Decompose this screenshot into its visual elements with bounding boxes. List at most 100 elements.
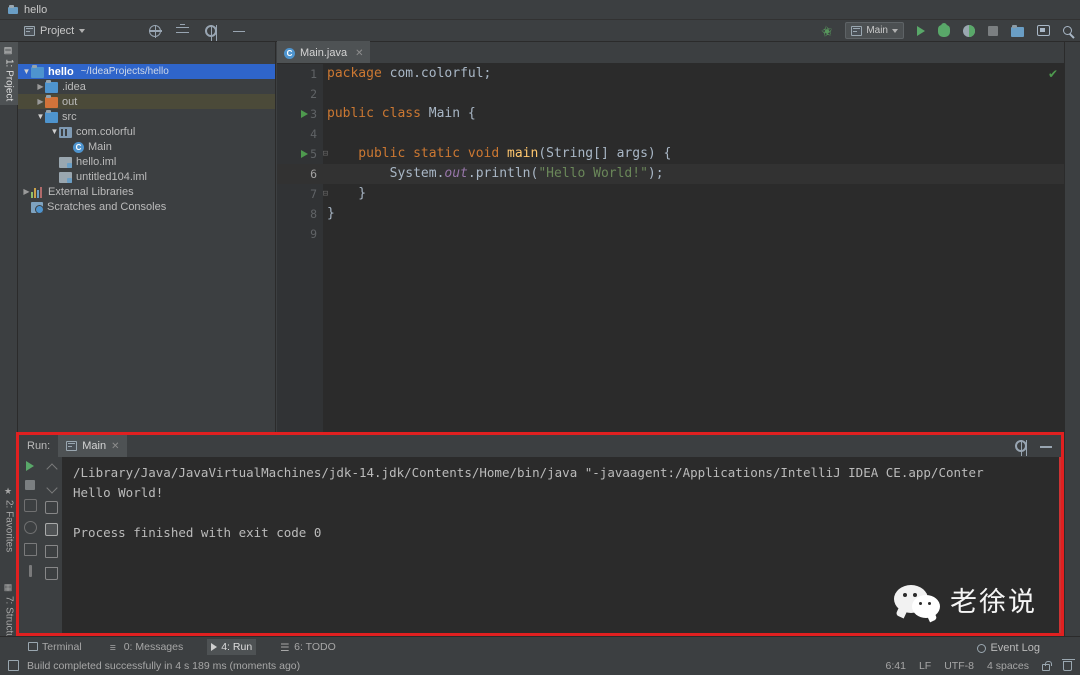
- file-encoding[interactable]: UTF-8: [944, 660, 974, 672]
- run-config-icon: [66, 441, 78, 451]
- status-memory-icon[interactable]: [8, 660, 19, 671]
- close-icon[interactable]: ✕: [111, 441, 119, 452]
- bottom-tab-label: 0: Messages: [123, 640, 184, 653]
- run-tab-label: Main: [82, 440, 107, 452]
- line-separator[interactable]: LF: [919, 660, 931, 672]
- tree-expand-arrow-icon[interactable]: ▶: [22, 187, 31, 196]
- inspection-status-widget[interactable]: ✔: [1048, 68, 1061, 81]
- code-line[interactable]: }: [323, 184, 1064, 204]
- code-lines[interactable]: package com.colorful; public class Main …: [323, 64, 1064, 447]
- settings-gear-icon[interactable]: [205, 24, 218, 41]
- debug-icon[interactable]: [938, 22, 950, 37]
- tree-expand-arrow-icon[interactable]: ▼: [36, 112, 45, 121]
- tree-expand-arrow-icon[interactable]: ▼: [50, 127, 59, 136]
- project-structure-icon[interactable]: [1011, 24, 1024, 37]
- project-view-selector[interactable]: Project: [18, 23, 91, 39]
- console-output[interactable]: /Library/Java/JavaVirtualMachines/jdk-14…: [63, 457, 1061, 633]
- tree-item-external-libraries[interactable]: ▶ External Libraries: [18, 184, 275, 199]
- bottom-tab-6-todo[interactable]: ☰ 6: TODO: [276, 639, 340, 655]
- tree-item-out[interactable]: ▶ out: [18, 94, 275, 109]
- code-line[interactable]: [323, 124, 1064, 144]
- run-tool-window: Run: Main ✕ /Library/Java/JavaVirtualMac…: [16, 432, 1064, 636]
- code-line[interactable]: package com.colorful;: [323, 64, 1064, 84]
- run-tab-main[interactable]: Main ✕: [58, 435, 128, 457]
- scroll-to-end-icon[interactable]: [45, 523, 58, 536]
- settings-gear-icon[interactable]: [1015, 440, 1027, 456]
- code-line[interactable]: }: [323, 204, 1064, 224]
- stop-icon[interactable]: [988, 25, 998, 36]
- tree-item-idea[interactable]: ▶ .idea: [18, 79, 275, 94]
- code-area[interactable]: 1 2 3 4 5 ⊟ 6 7 ⊟ 8 9 package com.colorful; public…: [277, 64, 1064, 447]
- collapse-all-icon[interactable]: [176, 23, 190, 38]
- run-icon: [211, 642, 218, 651]
- tree-expand-arrow-icon[interactable]: ▶: [36, 82, 45, 91]
- project-panel-header: [18, 42, 275, 64]
- search-everywhere-icon[interactable]: [1063, 26, 1072, 35]
- close-icon[interactable]: ✕: [355, 48, 363, 59]
- layout-icon[interactable]: [23, 543, 37, 556]
- code-token: (String[] args) {: [538, 146, 672, 161]
- event-log-icon: [977, 643, 987, 653]
- run-config-icon: [851, 25, 863, 36]
- tree-item-scratches-and-consoles[interactable]: Scratches and Consoles: [18, 199, 275, 214]
- run-panel-toolbar-left: [19, 457, 41, 633]
- dump-threads-icon[interactable]: [23, 499, 37, 512]
- code-line[interactable]: System.out.println("Hello World!");: [323, 164, 1064, 184]
- tree-item-hello-iml[interactable]: hello.iml: [18, 154, 275, 169]
- caret-position[interactable]: 6:41: [886, 660, 906, 672]
- run-configuration-selector[interactable]: Main: [845, 22, 904, 39]
- tree-item-src[interactable]: ▼ src: [18, 109, 275, 124]
- code-token: com.colorful;: [389, 66, 492, 81]
- run-with-coverage-icon[interactable]: [963, 24, 975, 37]
- run-icon[interactable]: [917, 25, 925, 36]
- run-panel-toolbar-second: [41, 457, 63, 633]
- code-line[interactable]: public class Main {: [323, 104, 1064, 124]
- locate-icon[interactable]: [149, 24, 163, 38]
- clear-all-icon[interactable]: [45, 567, 58, 580]
- hide-panel-icon[interactable]: [232, 24, 246, 38]
- intellij-window: hello Project ✬ Main ▤ 1: Project ★ 2: F…: [0, 0, 1080, 675]
- indent-setting[interactable]: 4 spaces: [987, 660, 1029, 672]
- tab-main-java[interactable]: C Main.java ✕: [277, 41, 371, 63]
- bottom-tab-terminal[interactable]: Terminal: [24, 639, 86, 655]
- bottom-tab-4-run[interactable]: 4: Run: [207, 638, 257, 655]
- iml-file-icon: [59, 156, 72, 168]
- code-line[interactable]: [323, 224, 1064, 244]
- project-tab-label: 1: Project: [3, 59, 15, 102]
- trash-icon[interactable]: [1062, 658, 1075, 671]
- restart-icon[interactable]: [23, 521, 37, 534]
- event-log-button[interactable]: Event Log: [977, 642, 1040, 654]
- watermark-text: 老徐说: [950, 586, 1037, 618]
- tree-item-main[interactable]: C Main: [18, 139, 275, 154]
- pin-tab-icon[interactable]: [28, 565, 32, 577]
- console-line: Hello World!: [73, 485, 164, 500]
- print-icon[interactable]: [45, 545, 58, 558]
- rerun-icon[interactable]: [26, 461, 34, 471]
- scroll-up-icon[interactable]: [45, 463, 58, 475]
- status-bar: Build completed successfully in 4 s 189 …: [0, 656, 1080, 675]
- run-gutter-icon[interactable]: [299, 104, 310, 124]
- run-gutter-icon[interactable]: [299, 144, 310, 164]
- window-title: hello: [24, 3, 48, 16]
- tree-item-hello[interactable]: ▼ hello ~/IdeaProjects/hello: [18, 64, 275, 79]
- screen-icon[interactable]: [1037, 25, 1050, 36]
- tree-expand-arrow-icon[interactable]: ▼: [22, 67, 31, 76]
- stop-icon[interactable]: [25, 480, 35, 490]
- hide-panel-icon[interactable]: [1039, 439, 1053, 453]
- scroll-down-icon[interactable]: [45, 482, 58, 494]
- tree-item-untitled104-iml[interactable]: untitled104.iml: [18, 169, 275, 184]
- project-tree[interactable]: ▼ hello ~/IdeaProjects/hello ▶ .idea ▶ out ▼ src…: [18, 64, 275, 467]
- tree-expand-arrow-icon[interactable]: ▶: [36, 97, 45, 106]
- tree-item-com-colorful[interactable]: ▼ com.colorful: [18, 124, 275, 139]
- line-number-gutter[interactable]: 1 2 3 4 5 ⊟ 6 7 ⊟ 8 9: [277, 64, 328, 447]
- soft-wrap-icon[interactable]: [45, 501, 58, 514]
- sidebar-item-project[interactable]: ▤ 1: Project: [0, 42, 18, 106]
- build-hammer-icon[interactable]: ✬: [819, 22, 833, 40]
- code-token: out: [444, 166, 468, 181]
- bottom-tab-0-messages[interactable]: ≡ 0: Messages: [106, 639, 188, 655]
- code-line[interactable]: [323, 84, 1064, 104]
- lock-icon[interactable]: [1042, 660, 1052, 671]
- code-line[interactable]: public static void main(String[] args) {: [323, 144, 1064, 164]
- editor-area: C Main.java ✕ 1 2 3 4 5 ⊟ 6 7 ⊟ 8 9 package com.co…: [277, 41, 1064, 467]
